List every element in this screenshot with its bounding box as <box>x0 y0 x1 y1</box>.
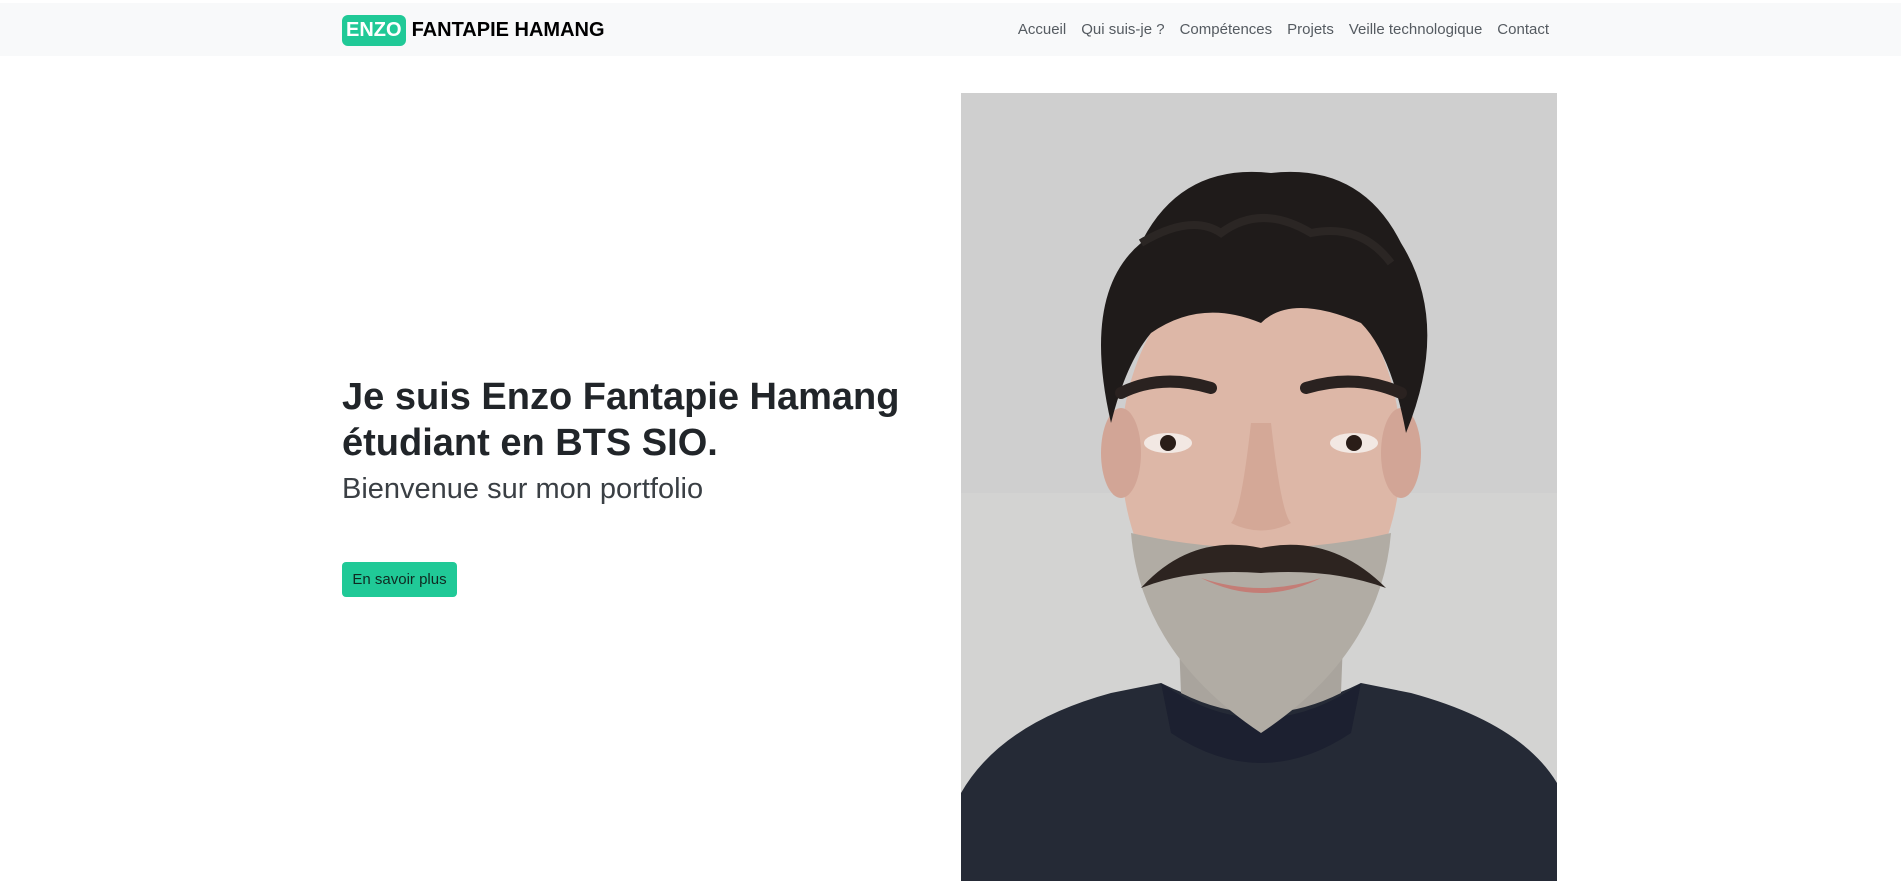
learn-more-button[interactable]: En savoir plus <box>342 562 457 597</box>
nav-link-qui-suis-je[interactable]: Qui suis-je ? <box>1081 21 1164 38</box>
brand-name: FANTAPIE HAMANG <box>411 19 605 41</box>
nav-menu: Accueil Qui suis-je ? Compétences Projet… <box>1018 21 1549 38</box>
brand-badge: ENZO <box>342 15 406 46</box>
hero-title: Je suis Enzo Fantapie Hamang étudiant en… <box>342 374 902 466</box>
hero-title-line-1: Je suis Enzo Fantapie Hamang <box>342 376 900 418</box>
brand-logo[interactable]: ENZO FANTAPIE HAMANG <box>342 15 605 46</box>
nav-link-competences[interactable]: Compétences <box>1180 21 1273 38</box>
nav-link-projets[interactable]: Projets <box>1287 21 1334 38</box>
profile-photo <box>961 93 1557 881</box>
hero-subtitle: Bienvenue sur mon portfolio <box>342 473 704 505</box>
nav-link-accueil[interactable]: Accueil <box>1018 21 1066 38</box>
navbar: ENZO FANTAPIE HAMANG Accueil Qui suis-je… <box>0 3 1901 56</box>
nav-link-veille-technologique[interactable]: Veille technologique <box>1349 21 1482 38</box>
nav-link-contact[interactable]: Contact <box>1497 21 1549 38</box>
hero-title-line-2: étudiant en BTS SIO. <box>342 422 718 464</box>
